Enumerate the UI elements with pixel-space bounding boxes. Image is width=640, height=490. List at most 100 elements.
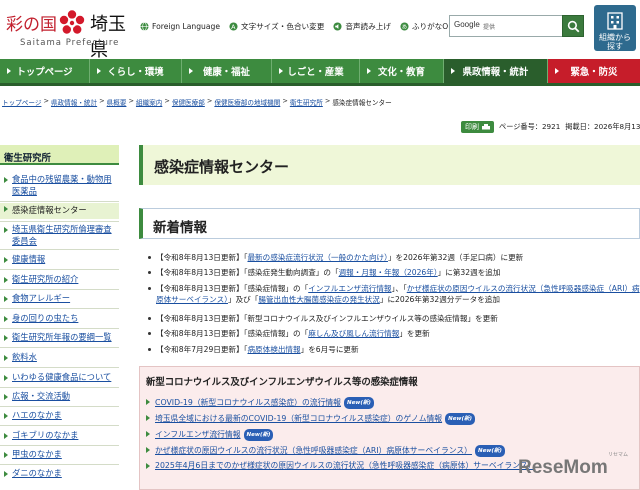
nav-health[interactable]: 健康・福祉 — [182, 59, 272, 83]
covid-link[interactable]: インフルエンザ流行情報 New(新) — [146, 429, 274, 441]
nav-arrow-icon — [451, 68, 455, 74]
search-input[interactable]: 提供 — [483, 22, 495, 31]
sidebar-item[interactable]: 衛生研究所の紹介 — [0, 274, 119, 286]
search-button[interactable] — [562, 15, 584, 37]
text-size-link[interactable]: A 文字サイズ・色合い変更 — [229, 21, 324, 32]
watermark-kana: リセマム — [608, 452, 629, 458]
sidebar-divider — [0, 269, 119, 270]
sidebar-divider — [0, 249, 119, 250]
furigana-link[interactable]: あ ふりがなON — [400, 21, 454, 32]
text-size-icon: A — [229, 21, 238, 30]
search-box: Google 提供 — [449, 15, 584, 37]
news-link[interactable]: 週報・月報・年報（2026年） — [339, 268, 438, 277]
sidebar-divider — [0, 387, 119, 388]
new-badge: New(新) — [343, 397, 374, 409]
sidebar-item[interactable]: ハエのなかま — [0, 410, 119, 422]
news-link[interactable]: 麻しん及び風しん流行情報 — [308, 329, 399, 338]
news-text: 【令和8年8月13日更新】「感染症情報」の「 — [156, 329, 309, 338]
sidebar-item[interactable]: 衛生研究所年報の要綱一覧 — [0, 332, 119, 344]
foreign-language-link[interactable]: Foreign Language — [140, 22, 220, 31]
news-link[interactable]: 病原体検出情報 — [247, 345, 300, 354]
watermark-text: ReseMom — [518, 457, 608, 478]
sidebar-item[interactable]: 埼玉県衛生研究所倫理審査委員会 — [0, 224, 119, 247]
news-text: 【令和8年8月13日更新】「感染症発生動向調査」の「 — [156, 268, 339, 277]
breadcrumb-current: 感染症情報センター — [332, 99, 392, 107]
nav-label: 文化・教育 — [378, 67, 425, 78]
site-logo[interactable]: 彩の国 埼玉県 Saitama Prefecture — [6, 6, 138, 61]
covid-link[interactable]: COVID-19（新型コロナウイルス感染症）の流行情報 New(新) — [146, 397, 374, 409]
organization-icon — [607, 12, 623, 30]
sidebar-item[interactable]: 広報・交流活動 — [0, 391, 119, 403]
news-text: 」及び「 — [227, 295, 259, 305]
nav-work[interactable]: しごと・産業 — [272, 59, 360, 83]
new-badge: New(新) — [445, 413, 476, 425]
news-item: 【令和8年8月13日更新】「最新の感染症流行状況（一般のかた向け）」を2026年… — [146, 252, 640, 263]
saitama-flower-icon — [59, 10, 85, 34]
search-brand: Google — [454, 20, 480, 29]
sidebar-item[interactable]: 食品中の残留農薬・動物用医薬品 — [0, 174, 119, 197]
nav-emergency[interactable]: 緊急・防災 — [548, 59, 640, 83]
page-root: 彩の国 埼玉県 Saitama Prefecture Foreign Langu… — [0, 0, 640, 490]
news-text: 」に2026年第32週分データを追加 — [379, 295, 500, 305]
logo-subtitle: Saitama Prefecture — [20, 38, 120, 48]
breadcrumb-item[interactable]: トップページ — [2, 97, 41, 107]
nav-top[interactable]: トップページ — [0, 59, 90, 83]
sidebar-title[interactable]: 衛生研究所 — [0, 145, 119, 165]
nav-underline — [0, 83, 640, 86]
organization-search-button[interactable]: 組織から 探す — [594, 5, 636, 51]
news-link[interactable]: 腸管出血性大腸菌感染症の発生状況 — [258, 295, 380, 304]
print-button[interactable]: 印刷 — [461, 121, 494, 133]
nav-culture[interactable]: 文化・教育 — [360, 59, 444, 83]
posted-date: 掲載日：2026年8月13日 — [565, 122, 640, 131]
sidebar-divider — [0, 328, 119, 329]
sidebar-item[interactable]: ゴキブリのなかま — [0, 430, 119, 442]
print-icon — [482, 123, 490, 129]
sidebar-item[interactable]: 健康情報 — [0, 254, 119, 266]
page-title: 感染症情報センター — [154, 158, 290, 176]
breadcrumb-item[interactable]: 保健医療部の地域機関 — [214, 97, 280, 107]
news-item: 【令和8年8月13日更新】「感染症発生動向調査」の「週報・月報・年報（2026年… — [146, 267, 640, 278]
sidebar-divider — [0, 308, 119, 309]
sidebar-item-current[interactable]: 感染症情報センター — [0, 203, 119, 219]
sidebar-item[interactable]: 身の回りの虫たち — [0, 313, 119, 325]
nav-arrow-icon — [555, 68, 559, 74]
text-size-label: 文字サイズ・色合い変更 — [241, 21, 325, 31]
sidebar-item[interactable]: 食物アレルギー — [0, 293, 119, 305]
sidebar-item[interactable]: いわゆる健康食品について — [0, 372, 119, 384]
sidebar-divider — [0, 201, 119, 202]
print-label: 印刷 — [465, 123, 479, 131]
sidebar-divider — [0, 406, 119, 407]
sidebar-item[interactable]: 飲料水 — [0, 352, 119, 364]
nav-living[interactable]: くらし・環境 — [90, 59, 182, 83]
news-item: 【令和8年8月13日更新】「感染症情報」の「インフルエンザ流行情報」、「かぜ様症… — [146, 283, 640, 306]
news-heading-box: 新着情報 — [139, 208, 640, 239]
speech-link[interactable]: 音声読み上げ — [333, 21, 391, 32]
page-meta: 印刷 ページ番号：2921 掲載日：2026年8月13日 — [461, 121, 640, 133]
sidebar-item[interactable]: 甲虫のなかま — [0, 449, 119, 461]
news-text: 」、「 — [391, 284, 407, 293]
news-link[interactable]: インフルエンザ流行情報 — [308, 284, 391, 293]
breadcrumb-item[interactable]: 衛生研究所 — [290, 97, 323, 107]
breadcrumb-item[interactable]: 県政情報・統計 — [51, 97, 97, 107]
nav-label: 緊急・防災 — [570, 67, 618, 78]
covid-link[interactable]: 埼玉県全域における最新のCOVID-19（新型コロナウイルス感染症）のゲノム情報… — [146, 413, 476, 425]
breadcrumb-item[interactable]: 県概要 — [107, 97, 127, 107]
news-heading: 新着情報 — [153, 220, 207, 236]
logo-right-text: 埼玉県 — [90, 14, 126, 61]
nav-arrow-icon — [189, 68, 193, 74]
breadcrumb-item[interactable]: 保健医療部 — [172, 97, 205, 107]
news-link[interactable]: 最新の感染症流行状況（一般のかた向け） — [247, 253, 387, 262]
nav-label: 健康・福祉 — [203, 67, 250, 78]
organization-label-1: 組織から — [599, 33, 631, 42]
covid-link[interactable]: かぜ様症状の原因ウイルスの流行状況（急性呼吸器感染症（ARI）病原体サーベイラン… — [146, 445, 505, 457]
sidebar-item[interactable]: ダニのなかま — [0, 468, 119, 480]
site-header: 彩の国 埼玉県 Saitama Prefecture Foreign Langu… — [0, 0, 640, 61]
covid-link-label: かぜ様症状の原因ウイルスの流行状況（急性呼吸器感染症（ARI）病原体サーベイラン… — [155, 446, 472, 455]
breadcrumb-item[interactable]: 組織案内 — [136, 97, 162, 107]
covid-link[interactable]: 2025年4月6日までのかぜ様症状の原因ウイルスの流行状況（急性呼吸器感染症（病… — [146, 461, 535, 471]
nav-arrow-icon — [367, 68, 371, 74]
speech-label: 音声読み上げ — [345, 21, 391, 31]
nav-government[interactable]: 県政情報・統計 — [444, 59, 548, 83]
globe-icon — [140, 21, 149, 31]
nav-label: くらし・環境 — [107, 67, 164, 78]
